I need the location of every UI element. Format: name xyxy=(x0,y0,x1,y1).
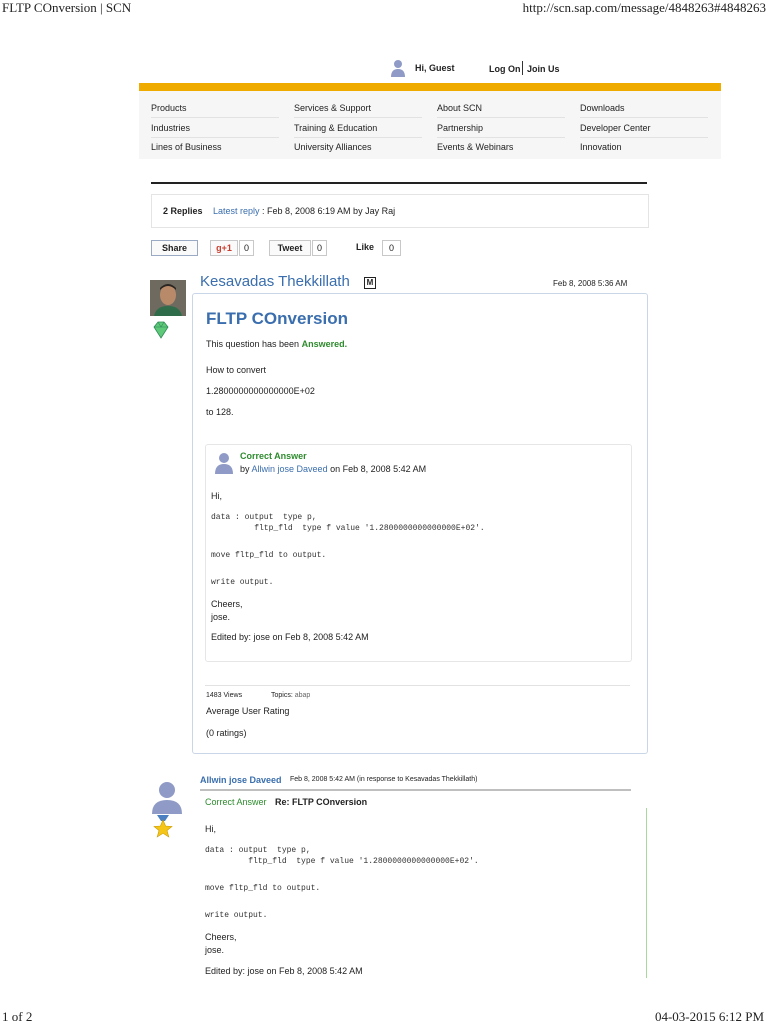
answer-code-block: data : output type p, fltp_fld type f va… xyxy=(211,513,485,533)
nav-divider xyxy=(151,117,279,118)
reply-author-name[interactable]: Allwin jose Daveed xyxy=(200,775,282,785)
tweet-button[interactable]: Tweet xyxy=(269,240,311,256)
answer-date: on Feb 8, 2008 5:42 AM xyxy=(330,464,427,474)
reply-code-line: write output. xyxy=(205,911,268,920)
share-button[interactable]: Share xyxy=(151,240,198,256)
print-date: 04-03-2015 6:12 PM xyxy=(654,1009,764,1024)
print-page-number: 1 of 2 xyxy=(2,1009,33,1024)
question-body-line: How to convert xyxy=(206,365,267,375)
question-title: FLTP COnversion xyxy=(206,309,349,328)
nav-products[interactable]: Products xyxy=(151,103,187,113)
reply-subject: Re: FLTP COnversion xyxy=(275,797,368,807)
share-label: Share xyxy=(161,243,187,253)
status-answered: Answered. xyxy=(301,339,348,349)
nav-downloads[interactable]: Downloads xyxy=(580,103,625,113)
answer-closing: Cheers, xyxy=(211,599,243,609)
status-prefix: This question has been xyxy=(206,339,300,349)
guest-greeting: Hi, Guest xyxy=(415,63,455,73)
topic-abap-link[interactable]: abap xyxy=(295,692,311,699)
answer-author-link[interactable]: Allwin jose Daveed xyxy=(252,464,328,474)
reply-divider xyxy=(200,789,631,791)
author-avatar[interactable] xyxy=(150,280,186,316)
reply-author-avatar-icon[interactable] xyxy=(150,780,184,814)
question-body-line: 1.2800000000000000E+02 xyxy=(206,386,315,396)
nav-training-education[interactable]: Training & Education xyxy=(294,123,377,133)
nav-accent-bar xyxy=(139,83,721,91)
rating-count: (0 ratings) xyxy=(206,728,247,738)
like-count: 0 xyxy=(382,240,401,256)
reply-accent-line xyxy=(646,808,647,978)
view-count: 1483 Views xyxy=(206,692,243,699)
gplus-label: +1 xyxy=(221,243,232,253)
answer-greeting: Hi, xyxy=(211,491,222,501)
reply-count: 2 Replies xyxy=(163,206,203,216)
nav-about-scn[interactable]: About SCN xyxy=(437,103,482,113)
join-us-link[interactable]: Join Us xyxy=(527,64,560,74)
guest-avatar-icon xyxy=(391,60,405,77)
nav-partnership[interactable]: Partnership xyxy=(437,123,483,133)
answer-closing: jose. xyxy=(211,612,231,622)
answer-code-line: write output. xyxy=(211,578,274,587)
nav-innovation[interactable]: Innovation xyxy=(580,142,622,152)
reply-closing: Cheers, xyxy=(205,932,237,942)
nav-divider xyxy=(580,117,708,118)
nav-divider xyxy=(294,117,422,118)
nav-events-webinars[interactable]: Events & Webinars xyxy=(437,142,513,152)
tweet-count: 0 xyxy=(312,240,327,256)
nav-divider xyxy=(437,117,565,118)
latest-reply-link[interactable]: Latest reply xyxy=(213,206,260,216)
moderator-badge: M xyxy=(364,277,376,289)
reply-code-line: move fltp_fld to output. xyxy=(205,884,321,893)
nav-divider xyxy=(437,137,565,138)
question-author-name[interactable]: Kesavadas Thekkillath xyxy=(200,273,350,290)
question-date: Feb 8, 2008 5:36 AM xyxy=(553,279,628,288)
reply-closing: jose. xyxy=(205,945,225,955)
stats-divider xyxy=(205,685,630,686)
reply-greeting: Hi, xyxy=(205,824,216,834)
print-page-url: http://scn.sap.com/message/4848263#48482… xyxy=(522,0,766,15)
userbar-separator xyxy=(522,61,523,75)
by-prefix: by xyxy=(240,464,250,474)
nav-divider xyxy=(151,137,279,138)
reply-code-block: data : output type p, fltp_fld type f va… xyxy=(205,846,479,866)
nav-divider xyxy=(294,137,422,138)
answer-author-avatar-icon xyxy=(215,453,233,474)
answer-edited-note: Edited by: jose on Feb 8, 2008 5:42 AM xyxy=(211,632,369,642)
tweet-label: Tweet xyxy=(277,243,303,253)
answer-code-line: move fltp_fld to output. xyxy=(211,551,327,560)
nav-developer-center[interactable]: Developer Center xyxy=(580,123,651,133)
topics: Topics: abap xyxy=(271,692,310,699)
correct-answer-label: Correct Answer xyxy=(240,451,307,461)
correct-answer-byline: by Allwin jose Daveed on Feb 8, 2008 5:4… xyxy=(240,464,426,474)
nav-services-support[interactable]: Services & Support xyxy=(294,103,371,113)
nav-divider xyxy=(580,137,708,138)
reply-correct-answer-label: Correct Answer xyxy=(205,797,267,807)
gplus-count: 0 xyxy=(239,240,254,256)
star-rank-icon xyxy=(153,815,173,838)
nav-university-alliances[interactable]: University Alliances xyxy=(294,142,372,152)
diamond-status-icon xyxy=(153,321,169,339)
question-body-line: to 128. xyxy=(206,407,234,417)
nav-industries[interactable]: Industries xyxy=(151,123,190,133)
latest-reply-info: : Feb 8, 2008 6:19 AM by Jay Raj xyxy=(262,206,396,216)
nav-lines-of-business[interactable]: Lines of Business xyxy=(151,142,222,152)
topics-label: Topics: xyxy=(271,692,293,699)
log-on-link[interactable]: Log On xyxy=(489,64,521,74)
question-status: This question has been Answered. xyxy=(206,339,347,349)
author-photo-icon xyxy=(150,280,186,316)
average-user-rating: Average User Rating xyxy=(206,706,290,716)
reply-meta: Feb 8, 2008 5:42 AM (in response to Kesa… xyxy=(290,776,478,783)
reply-edited-note: Edited by: jose on Feb 8, 2008 5:42 AM xyxy=(205,966,363,976)
like-button[interactable]: Like xyxy=(356,242,374,252)
content-top-rule xyxy=(151,182,647,184)
print-page-title: FLTP COnversion | SCN xyxy=(2,0,132,15)
google-plus-button[interactable]: g+1 xyxy=(210,240,238,256)
